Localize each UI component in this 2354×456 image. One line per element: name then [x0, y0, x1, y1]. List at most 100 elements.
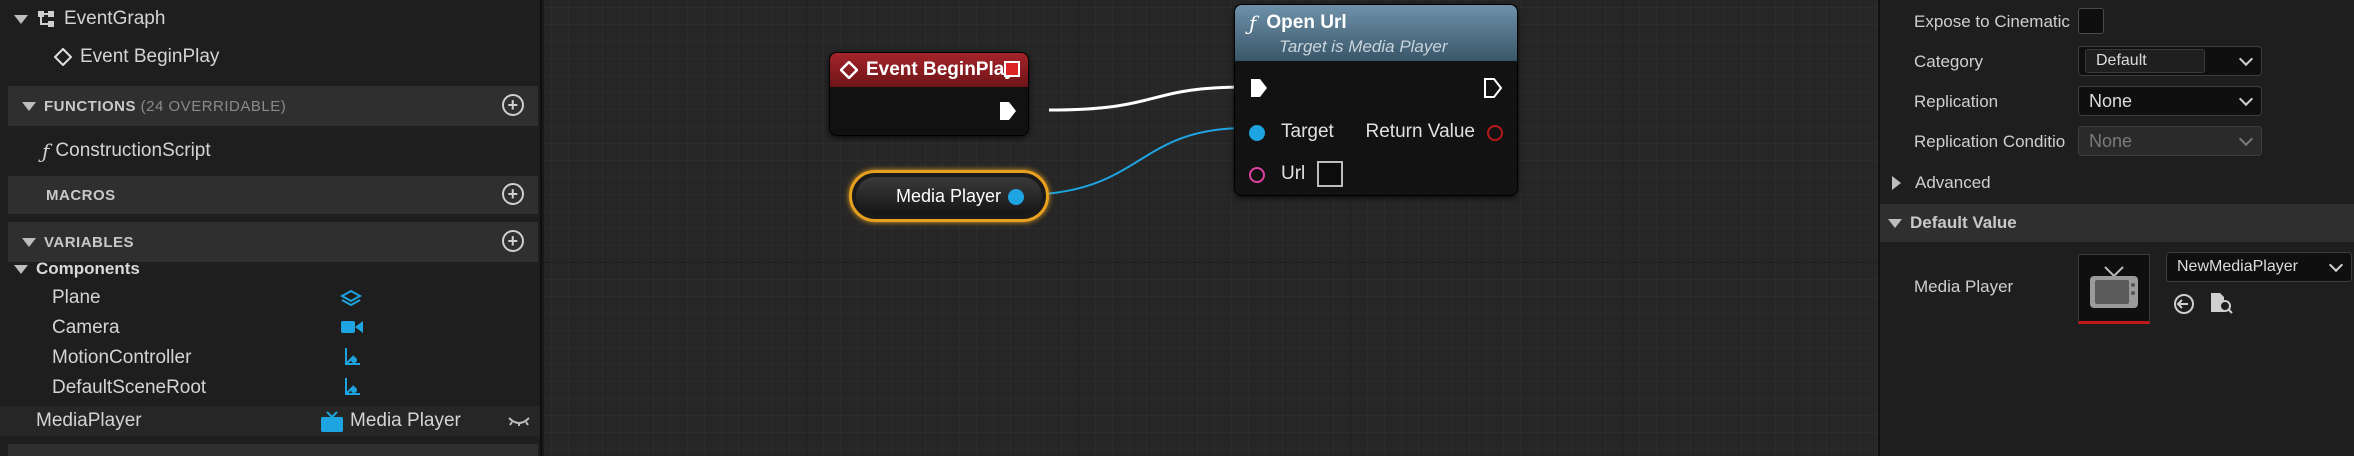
- chevron-down-icon: [2238, 131, 2254, 147]
- event-diamond-icon: [840, 61, 858, 79]
- delegate-pin-icon[interactable]: [1004, 61, 1020, 77]
- section-functions[interactable]: FUNCTIONS (24 OVERRIDABLE) +: [8, 86, 538, 126]
- tree-item-constructionscript[interactable]: ƒ ConstructionScript: [0, 134, 540, 168]
- expand-arrow-icon[interactable]: [1892, 176, 1901, 190]
- url-pin[interactable]: [1249, 167, 1265, 183]
- media-player-property-label: Media Player: [1914, 277, 2014, 296]
- variable-row-camera[interactable]: Camera: [0, 314, 540, 342]
- replication-value: None: [2089, 90, 2133, 111]
- variable-name: DefaultSceneRoot: [52, 377, 207, 398]
- variable-row-motioncontroller[interactable]: MotionController: [0, 344, 540, 372]
- variable-name: Camera: [52, 317, 120, 338]
- section-macros[interactable]: MACROS +: [8, 176, 538, 214]
- node-header[interactable]: ƒ Open Url Target is Media Player: [1235, 5, 1517, 61]
- node-title: Open Url: [1266, 12, 1347, 33]
- replication-condition-dropdown: None: [2078, 126, 2262, 156]
- target-pin[interactable]: [1249, 125, 1265, 141]
- exec-out-pin[interactable]: [1483, 77, 1503, 99]
- section-default-value[interactable]: Default Value: [1880, 204, 2354, 242]
- event-beginplay-label: Event BeginPlay: [80, 46, 220, 67]
- replication-condition-label: Replication Conditio: [1914, 132, 2066, 151]
- collapse-arrow-icon[interactable]: [14, 14, 28, 24]
- target-pin-label: Target: [1281, 121, 1334, 142]
- media-player-type-icon: [321, 411, 343, 432]
- tree-item-event-beginplay[interactable]: Event BeginPlay: [0, 42, 540, 72]
- components-label: Components: [36, 259, 140, 278]
- macros-label: MACROS: [46, 186, 116, 204]
- category-combo[interactable]: Default: [2078, 46, 2262, 76]
- category-input[interactable]: Default: [2085, 49, 2205, 73]
- add-variable-icon[interactable]: +: [502, 230, 524, 252]
- media-player-getter-node[interactable]: Media Player: [849, 170, 1049, 222]
- eventgraph-label: EventGraph: [64, 8, 166, 29]
- variable-row-defaultsceneroot[interactable]: DefaultSceneRoot: [0, 374, 540, 402]
- functions-count: (24 OVERRIDABLE): [140, 97, 287, 115]
- chevron-down-icon: [2238, 91, 2254, 107]
- advanced-label: Advanced: [1915, 173, 1991, 192]
- function-icon: ƒ: [1249, 11, 1257, 35]
- object-out-pin[interactable]: [1008, 189, 1024, 205]
- return-pin-label: Return Value: [1365, 121, 1476, 142]
- event-beginplay-node[interactable]: Event BeginPlay: [829, 52, 1029, 136]
- browse-asset-icon[interactable]: [2208, 290, 2234, 316]
- category-components[interactable]: Components: [0, 258, 540, 280]
- return-value-pin[interactable]: [1487, 125, 1503, 141]
- variable-row-plane[interactable]: Plane: [0, 284, 540, 312]
- expose-label: Expose to Cinematic: [1914, 12, 2070, 31]
- chevron-down-icon[interactable]: [2238, 51, 2254, 67]
- category-label: Category: [1914, 52, 1983, 71]
- collapse-arrow-icon[interactable]: [1888, 218, 1902, 228]
- add-function-icon[interactable]: +: [502, 94, 524, 116]
- default-value-label: Default Value: [1910, 213, 2017, 232]
- tree-item-eventgraph[interactable]: EventGraph: [0, 4, 540, 34]
- exec-wire: [1048, 85, 1247, 112]
- my-blueprint-panel: EventGraph Event BeginPlay FUNCTIONS (24…: [0, 0, 542, 456]
- variable-name: Plane: [52, 287, 101, 308]
- collapse-arrow-icon[interactable]: [22, 101, 36, 111]
- eye-closed-icon[interactable]: [508, 416, 530, 426]
- advanced-expander[interactable]: Advanced: [1880, 166, 2354, 200]
- variable-type-label: Media Player: [350, 410, 461, 431]
- scene-component-icon: [345, 348, 360, 365]
- node-header[interactable]: Event BeginPlay: [830, 53, 1028, 87]
- camera-icon: [341, 321, 363, 333]
- asset-thumbnail[interactable]: [2078, 254, 2150, 324]
- details-panel: Expose to Cinematic Category Default Rep…: [1878, 0, 2354, 456]
- media-player-asset-icon: [2090, 266, 2138, 308]
- add-macro-icon[interactable]: +: [502, 183, 524, 205]
- chevron-down-icon: [2328, 257, 2344, 273]
- constructionscript-label: ConstructionScript: [55, 140, 211, 161]
- section-variables[interactable]: VARIABLES +: [8, 222, 538, 262]
- functions-label: FUNCTIONS: [44, 97, 136, 115]
- replication-condition-value: None: [2089, 130, 2133, 151]
- open-url-node[interactable]: ƒ Open Url Target is Media Player Target…: [1234, 4, 1518, 196]
- expose-checkbox[interactable]: [2078, 8, 2104, 34]
- scene-component-icon: [345, 378, 360, 395]
- variable-name: MediaPlayer: [36, 410, 142, 431]
- static-mesh-icon: [340, 289, 362, 307]
- url-pin-label: Url: [1281, 163, 1306, 184]
- exec-in-pin[interactable]: [1249, 77, 1269, 99]
- node-title: Event BeginPlay: [866, 59, 1015, 80]
- exec-out-pin[interactable]: [998, 100, 1018, 122]
- asset-picker-dropdown[interactable]: NewMediaPlayer: [2166, 252, 2352, 282]
- graph-icon: [38, 11, 54, 27]
- event-graph-canvas[interactable]: Event BeginPlay Media Player ƒ Open Url …: [544, 0, 1878, 456]
- variables-label: VARIABLES: [44, 233, 135, 251]
- next-section-header[interactable]: [8, 444, 538, 456]
- graph-wires: [1018, 85, 1247, 196]
- object-wire: [1018, 127, 1247, 196]
- function-icon: ƒ: [42, 139, 50, 163]
- url-input-box[interactable]: [1317, 161, 1343, 187]
- node-label: Media Player: [896, 185, 1002, 206]
- use-selected-asset-icon[interactable]: [2172, 292, 2196, 316]
- event-diamond-icon: [54, 48, 72, 66]
- replication-dropdown[interactable]: None: [2078, 86, 2262, 116]
- replication-label: Replication: [1914, 92, 1999, 111]
- node-subtitle: Target is Media Player: [1279, 37, 1448, 56]
- asset-name: NewMediaPlayer: [2177, 258, 2298, 275]
- variable-name: MotionController: [52, 347, 192, 368]
- collapse-arrow-icon[interactable]: [22, 237, 36, 247]
- collapse-arrow-icon[interactable]: [14, 264, 28, 274]
- variable-row-mediaplayer[interactable]: MediaPlayer Media Player: [0, 406, 540, 436]
